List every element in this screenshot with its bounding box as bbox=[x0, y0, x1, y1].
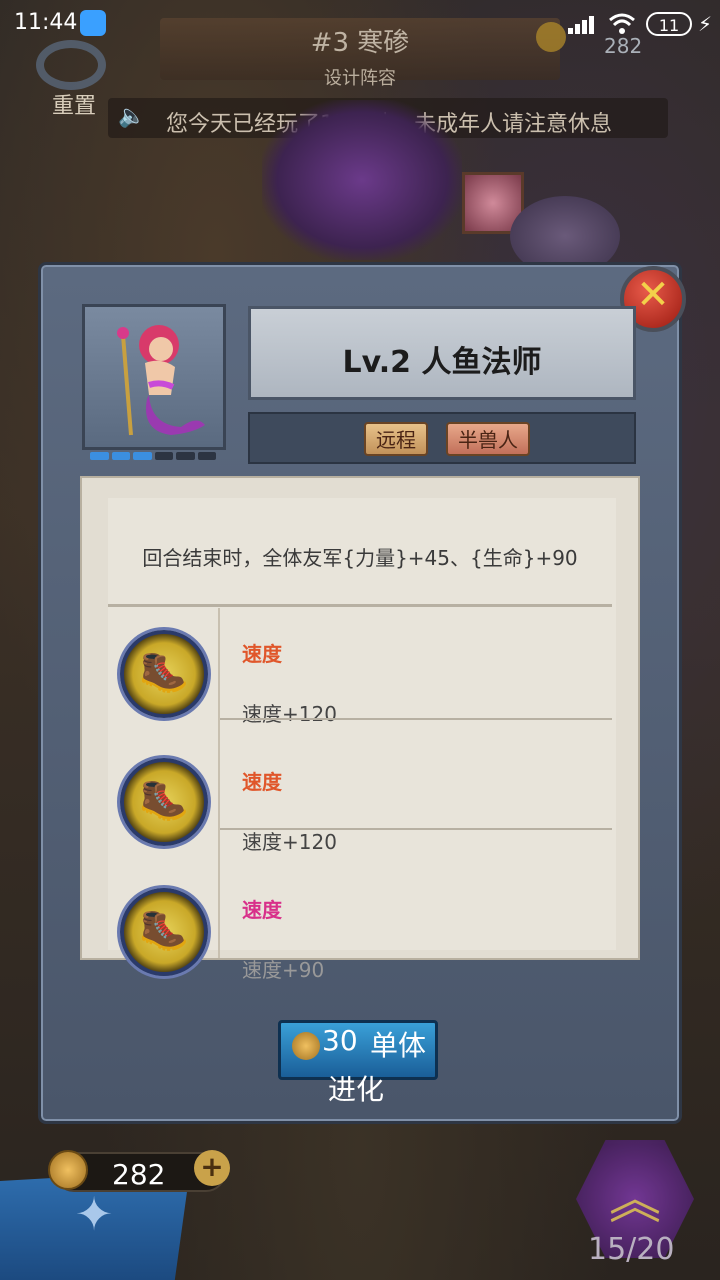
skill-value: 速度+120 bbox=[242, 830, 337, 854]
status-time: 11:44 bbox=[14, 10, 78, 35]
tag-ranged: 远程 bbox=[364, 422, 428, 456]
star-segment bbox=[111, 452, 130, 460]
top-gold-amount: 282 bbox=[604, 34, 643, 58]
coin-icon bbox=[292, 1032, 320, 1060]
tag-race: 半兽人 bbox=[446, 422, 530, 456]
skill-name: 速度 bbox=[242, 898, 282, 922]
skill-name: 速度 bbox=[242, 770, 282, 794]
mermaid-icon bbox=[117, 325, 205, 436]
wifi-icon bbox=[609, 13, 635, 34]
divider bbox=[108, 604, 612, 607]
row-divider bbox=[220, 718, 612, 720]
skill-name: 速度 bbox=[242, 642, 282, 666]
hero-star-bar bbox=[90, 452, 216, 464]
chevron-up-icon: ︽ bbox=[608, 1171, 661, 1231]
star-segment bbox=[154, 452, 173, 460]
top-coin-icon bbox=[536, 22, 566, 52]
boot-icon: 🥾 bbox=[120, 630, 208, 718]
reset-label[interactable]: 重置 bbox=[52, 88, 96, 120]
coin-icon bbox=[48, 1150, 88, 1190]
battery-icon: 11 bbox=[646, 12, 692, 36]
app-notification-icon bbox=[80, 10, 106, 36]
boot-icon: 🥾 bbox=[120, 758, 208, 846]
row-divider bbox=[220, 828, 612, 830]
upgrade-count: 15/20 bbox=[588, 1232, 675, 1267]
skill-value: 速度+120 bbox=[242, 702, 337, 726]
charging-icon: ⚡ bbox=[698, 12, 713, 36]
hero-name-box: Lv.2 人鱼法师 bbox=[248, 306, 636, 400]
gold-amount: 282 bbox=[112, 1158, 166, 1191]
evolve-label-2[interactable]: 进化 bbox=[328, 1068, 384, 1108]
stage-subtitle: 设计阵容 bbox=[324, 68, 396, 89]
star-segment bbox=[197, 452, 216, 460]
ability-description: 回合结束时，全体友军{力量}+45、{生命}+90 bbox=[142, 546, 578, 570]
hero-portrait bbox=[82, 304, 226, 450]
star-segment bbox=[90, 452, 109, 460]
signal-icon bbox=[568, 16, 594, 34]
add-gold-button[interactable]: + bbox=[194, 1150, 230, 1186]
boot-icon: 🥾 bbox=[120, 888, 208, 976]
hero-tags: 远程 半兽人 bbox=[248, 412, 636, 464]
star-segment bbox=[176, 452, 195, 460]
speaker-icon: 🔈 bbox=[118, 104, 146, 129]
monster-sprite bbox=[262, 100, 462, 260]
reset-icon[interactable] bbox=[36, 40, 106, 90]
evolve-label[interactable]: 单体 bbox=[370, 1024, 426, 1064]
evolve-cost[interactable]: 30 bbox=[322, 1024, 358, 1057]
formation-icon: ✦ bbox=[74, 1187, 114, 1241]
skill-value: 速度+90 bbox=[242, 958, 325, 982]
skill-column-divider bbox=[218, 608, 220, 958]
hero-name: Lv.2 人鱼法师 bbox=[342, 345, 542, 380]
star-segment bbox=[133, 452, 152, 460]
stage-title: #3 寒碜 bbox=[310, 28, 410, 58]
